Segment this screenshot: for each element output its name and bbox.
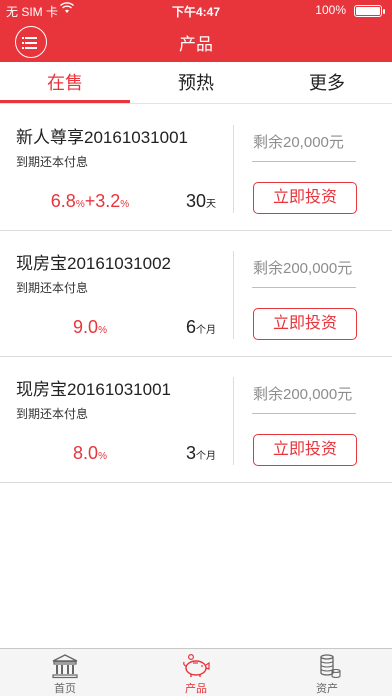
product-term: 6个月 <box>185 317 216 337</box>
active-tab-indicator <box>0 100 130 103</box>
bank-icon <box>52 654 78 679</box>
coins-icon <box>320 654 341 679</box>
card-divider <box>233 251 234 339</box>
nav-label-home: 首页 <box>54 683 76 695</box>
battery-percent: 100% <box>315 3 346 17</box>
piggy-bank-icon <box>183 653 210 677</box>
status-bar: 无 SIM 卡 下午4:47 100% <box>0 0 392 20</box>
app-header: 无 SIM 卡 下午4:47 100% 产品 <box>0 0 392 62</box>
product-remaining: 剩余20,000元 <box>253 134 344 151</box>
nav-item-assets[interactable]: 资产 <box>262 649 392 696</box>
remaining-underline <box>252 287 356 288</box>
battery-icon <box>354 5 385 17</box>
nav-item-products[interactable]: 产品 <box>131 649 261 696</box>
invest-button[interactable]: 立即投资 <box>253 182 357 214</box>
product-name: 现房宝20161031002 <box>16 254 172 273</box>
card-divider <box>233 125 234 213</box>
tab-preheat[interactable]: 预热 <box>131 62 261 104</box>
product-repayment: 到期还本付息 <box>16 407 89 421</box>
product-rate: 8.0% <box>73 443 107 463</box>
product-term: 3个月 <box>185 443 216 463</box>
product-repayment: 到期还本付息 <box>16 281 89 295</box>
tab-bar: 在售 预热 更多 <box>0 62 392 104</box>
nav-label-products: 产品 <box>185 683 207 695</box>
product-rate: 9.0% <box>73 317 107 337</box>
product-repayment: 到期还本付息 <box>16 155 89 169</box>
product-rate: 6.8%+3.2% <box>50 191 130 211</box>
product-remaining: 剩余200,000元 <box>253 386 353 403</box>
product-name: 新人尊享20161031001 <box>16 128 189 147</box>
nav-label-assets: 资产 <box>316 683 338 695</box>
bottom-nav: 首页 产品 资产 <box>0 648 392 696</box>
nav-item-home[interactable]: 首页 <box>0 649 130 696</box>
product-name: 现房宝20161031001 <box>16 380 172 399</box>
page-title: 产品 <box>179 35 213 54</box>
product-card[interactable]: 现房宝20161031001 到期还本付息 8.0% 3个月 剩余200,000… <box>0 357 392 483</box>
invest-button[interactable]: 立即投资 <box>253 308 357 340</box>
card-divider <box>233 377 234 465</box>
product-card[interactable]: 新人尊享20161031001 到期还本付息 6.8%+3.2% 30天 剩余2… <box>0 105 392 231</box>
invest-button[interactable]: 立即投资 <box>253 434 357 466</box>
remaining-underline <box>252 413 356 414</box>
product-card[interactable]: 现房宝20161031002 到期还本付息 9.0% 6个月 剩余200,000… <box>0 231 392 357</box>
remaining-underline <box>252 161 356 162</box>
product-remaining: 剩余200,000元 <box>253 260 353 277</box>
tab-more[interactable]: 更多 <box>262 62 392 104</box>
product-term: 30天 <box>185 191 216 211</box>
tab-on-sale[interactable]: 在售 <box>0 62 130 104</box>
